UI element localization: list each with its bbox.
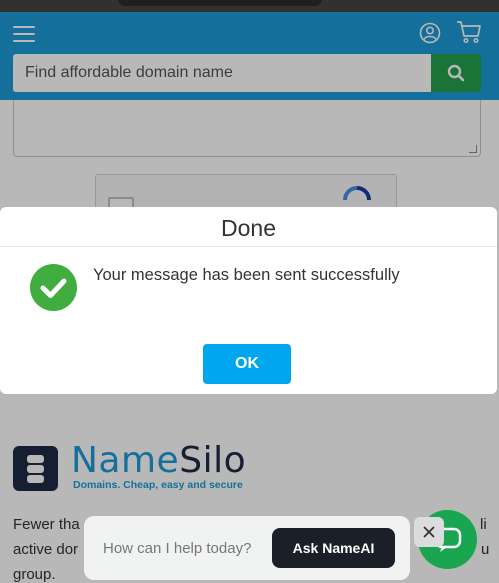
- dialog-message: Your message has been sent successfully: [93, 266, 400, 284]
- chat-prompt-text: How can I help today?: [103, 540, 252, 557]
- chat-prompt-bubble: How can I help today? Ask NameAI: [84, 516, 410, 580]
- close-icon: [423, 526, 435, 538]
- ask-nameai-button[interactable]: Ask NameAI: [272, 528, 395, 568]
- ok-button[interactable]: OK: [203, 344, 291, 384]
- check-circle-icon: [30, 264, 77, 311]
- close-chat-button[interactable]: [414, 517, 444, 547]
- dialog-divider: [0, 246, 497, 247]
- success-dialog: Done Your message has been sent successf…: [0, 207, 497, 394]
- dialog-title: Done: [221, 215, 276, 241]
